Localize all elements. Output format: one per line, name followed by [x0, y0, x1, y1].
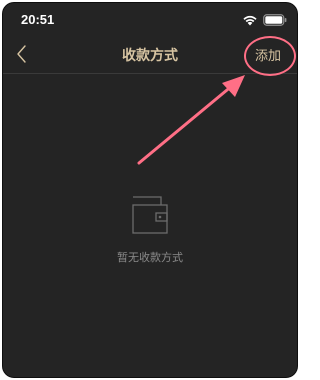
status-icons: [242, 13, 287, 27]
wallet-icon: [132, 196, 168, 234]
annotation-circle: [244, 36, 296, 76]
wifi-icon: [243, 15, 257, 26]
empty-state: 暂无收款方式: [3, 193, 297, 265]
status-time: 20:51: [21, 12, 55, 27]
phone-screen: 20:51 收款方式 添加 暂无收款方式: [2, 2, 298, 378]
status-bar: 20:51: [3, 3, 297, 35]
empty-state-text: 暂无收款方式: [117, 251, 183, 264]
navigation-bar: 收款方式 添加: [3, 35, 297, 76]
battery-icon: [263, 14, 287, 26]
